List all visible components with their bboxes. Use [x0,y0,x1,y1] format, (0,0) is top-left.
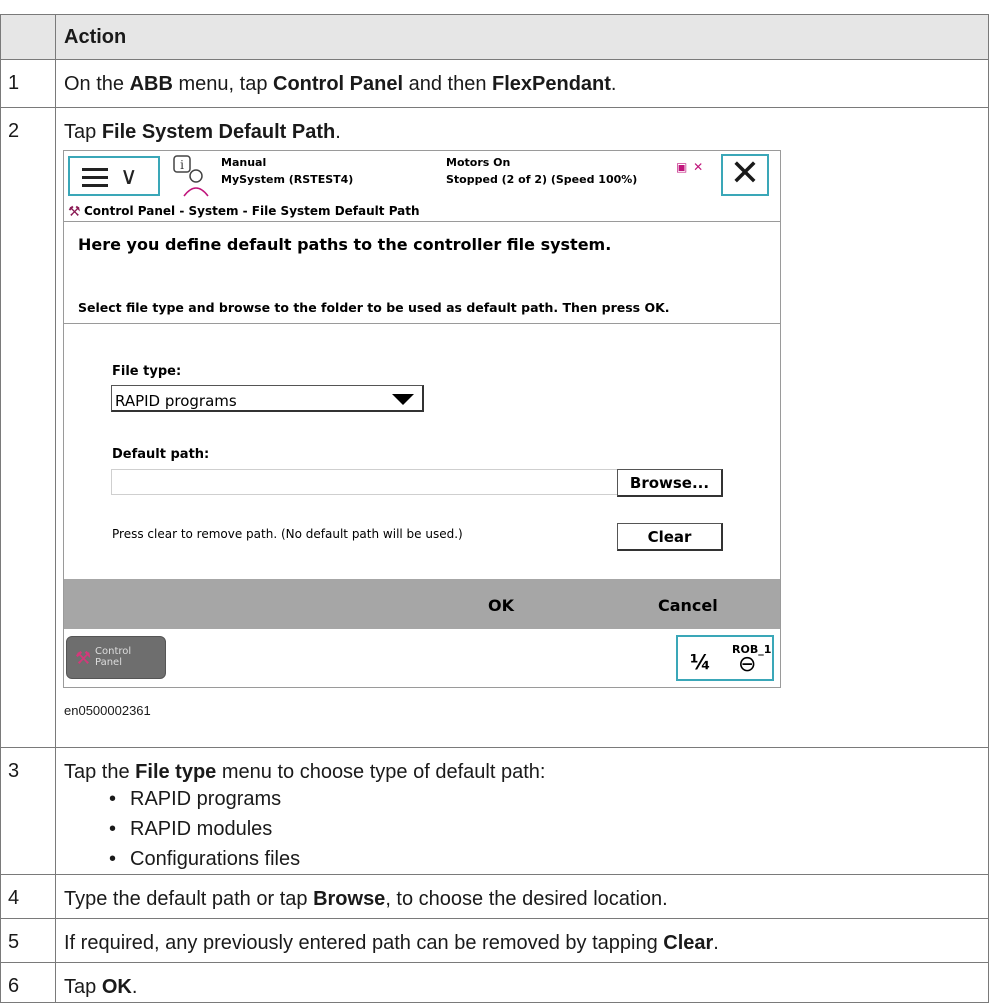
hamburger-icon [82,168,108,187]
step-row: 4 Type the default path or tap Browse, t… [0,874,989,919]
step-number: 3 [0,747,56,875]
status-bar: ∨ i Manual MySystem (RSTEST4) Motors On … [64,151,780,201]
wrench-icon: ⚒ [75,648,92,669]
control-panel-icon: ⚒ [68,204,81,220]
step-number: 2 [0,107,56,748]
clear-button[interactable]: Clear [617,523,723,551]
step-row: 1 On the ABB menu, tap Control Panel and… [0,59,989,108]
figure-caption: en0500002361 [64,703,151,718]
control-panel-task-button[interactable]: ⚒ Control Panel [66,636,166,679]
step-number: 1 [0,59,56,108]
flexpendant-screenshot: ∨ i Manual MySystem (RSTEST4) Motors On … [63,150,781,688]
step-text: Tap File System Default Path. ∨ i Manual… [55,107,989,748]
header-num-cell [0,14,56,60]
motors-state: Motors On [446,156,511,169]
step-text: Tap OK. [55,962,989,1003]
step-text: On the ABB menu, tap Control Panel and t… [55,59,989,108]
step-number: 5 [0,918,56,963]
step-text: Type the default path or tap Browse, to … [55,874,989,919]
table-header-row: Action [0,14,989,60]
header-action-cell: Action [55,14,989,60]
abb-menu-button[interactable]: ∨ [68,156,160,196]
speed-fraction-icon: ¼ [690,650,711,674]
file-type-dropdown[interactable]: RAPID programs [111,385,424,412]
quickset-button[interactable]: ROB_1 ¼ ⊖ [676,635,774,681]
list-item: Configurations files [64,844,988,874]
step-row: 2 Tap File System Default Path. ∨ i Manu… [0,107,989,748]
file-type-value: RAPID programs [115,392,237,410]
instruction-text: Select file type and browse to the folde… [78,300,670,315]
operating-mode: Manual [221,156,267,169]
file-type-list: RAPID programs RAPID modules Configurati… [64,784,988,874]
ok-button[interactable]: OK [488,594,514,618]
run-mode-icon: ⊖ [738,652,757,677]
dropdown-arrow-icon [392,394,414,405]
svg-text:i: i [180,158,184,172]
step-number: 6 [0,962,56,1003]
list-item: RAPID programs [64,784,988,814]
taskbar: ⚒ Control Panel ROB_1 ¼ ⊖ [64,629,780,687]
step-row: 6 Tap OK. [0,962,989,1003]
step-text: If required, any previously entered path… [55,918,989,963]
command-bar: OK Cancel [64,579,780,629]
cancel-button[interactable]: Cancel [658,594,718,618]
default-path-input[interactable] [111,469,619,495]
robot-status-icon: ▣ ✕ [676,160,705,174]
list-item: RAPID modules [64,814,988,844]
default-path-label: Default path: [112,447,210,462]
program-state: Stopped (2 of 2) (Speed 100%) [446,173,638,186]
system-name: MySystem (RSTEST4) [221,173,354,186]
intro-text: Here you define default paths to the con… [78,235,612,254]
close-button[interactable]: ✕ [721,154,769,196]
clear-note: Press clear to remove path. (No default … [112,527,463,541]
event-log-icon[interactable]: i [172,154,210,198]
procedure-table: Action 1 On the ABB menu, tap Control Pa… [0,14,989,1003]
step-row: 5 If required, any previously entered pa… [0,918,989,963]
chevron-down-icon: ∨ [120,162,138,190]
file-type-label: File type: [112,364,182,379]
divider [64,323,780,324]
step-row: 3 Tap the File type menu to choose type … [0,747,989,875]
step-text: Tap the File type menu to choose type of… [55,747,989,875]
step-number: 4 [0,874,56,919]
breadcrumb: ⚒ Control Panel - System - File System D… [64,201,780,222]
browse-button[interactable]: Browse... [617,469,723,497]
